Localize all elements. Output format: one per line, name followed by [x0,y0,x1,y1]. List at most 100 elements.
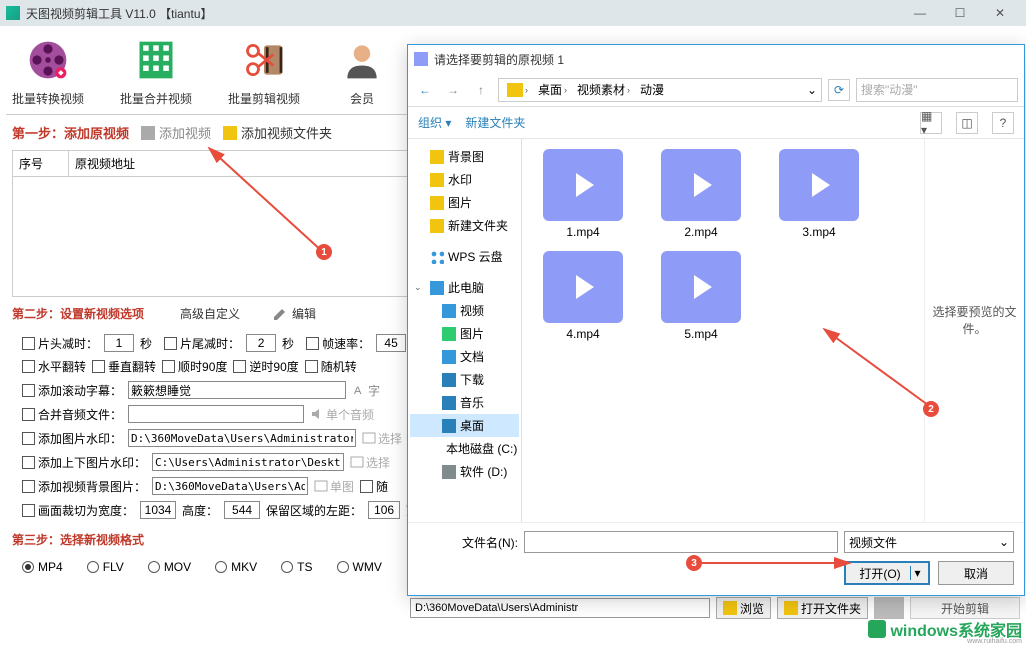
tool-batch-clip[interactable]: 批量剪辑视频 [228,34,300,107]
file-grid[interactable]: 1.mp42.mp43.mp4 4.mp45.mp4 [522,139,924,522]
tree-item[interactable]: 软件 (D:) [410,460,519,483]
tree-item[interactable]: 音乐 [410,391,519,414]
topbotwm-input[interactable] [152,453,344,471]
file-item[interactable]: 1.mp4 [528,149,638,239]
tree-item[interactable]: 新建文件夹 [410,214,519,237]
breadcrumb-item-2[interactable]: 动漫 [636,81,668,98]
nav-up-button[interactable]: ↑ [470,79,492,101]
file-item[interactable]: 2.mp4 [646,149,756,239]
croph-input[interactable] [224,501,260,519]
open-button[interactable]: 打开(O) ▾ [844,561,930,585]
tree-item[interactable]: 本地磁盘 (C:) [410,437,519,460]
mergeaudio-input[interactable] [128,405,304,423]
file-item[interactable]: 5.mp4 [646,251,756,341]
cancel-button[interactable]: 取消 [938,561,1014,585]
filter-select[interactable]: 视频文件⌄ [844,531,1014,553]
select-topbot-button[interactable]: 选择 [350,454,390,471]
font-icon: A [352,383,366,397]
cropw-input[interactable] [140,501,176,519]
file-item[interactable]: 3.mp4 [764,149,874,239]
open-dropdown-icon[interactable]: ▾ [910,566,924,580]
ccw90-check[interactable]: 逆时90度 [233,358,298,375]
format-radio-flv[interactable]: FLV [87,560,124,574]
close-button[interactable]: ✕ [980,1,1020,25]
nav-refresh-button[interactable]: ⟳ [828,79,850,101]
fps-check[interactable]: 帧速率： [306,335,370,352]
imgwm-input[interactable] [128,429,356,447]
topbotwm-check[interactable]: 添加上下图片水印： [22,454,146,471]
nav-back-button[interactable]: ← [414,79,436,101]
maximize-button[interactable]: ☐ [940,1,980,25]
new-folder-button[interactable]: 新建文件夹 [465,114,525,131]
format-radio-ts[interactable]: TS [281,560,312,574]
tree-item[interactable]: WPS 云盘 [410,245,519,268]
mergeaudio-check[interactable]: 合并音频文件： [22,406,122,423]
hflip-check[interactable]: 水平翻转 [22,358,86,375]
start-clip-button[interactable]: 开始剪辑 [910,597,1020,619]
format-radio-mov[interactable]: MOV [148,560,191,574]
advanced-toggle[interactable]: 高级自定义 [176,305,240,322]
edit-button[interactable]: 编辑 [272,305,316,322]
breadcrumb-root[interactable]: › [503,83,532,97]
random2-check[interactable]: 随 [360,478,388,495]
single-audio-button[interactable]: 单个音频 [310,406,374,423]
keepleft-input[interactable] [368,501,400,519]
trim-tail-input[interactable] [246,334,276,352]
fps-input[interactable] [376,334,406,352]
tree-item[interactable]: 图片 [410,322,519,345]
browse-button[interactable]: 浏览 [716,597,771,619]
tree-item[interactable]: 文档 [410,345,519,368]
vflip-check[interactable]: 垂直翻转 [92,358,156,375]
format-radio-mkv[interactable]: MKV [215,560,257,574]
preview-toggle-button[interactable]: ◫ [956,112,978,134]
breadcrumb-item-1[interactable]: 视频素材› [573,81,634,98]
tool-member[interactable]: 会员 [336,34,388,107]
breadcrumb-item-0[interactable]: 桌面› [534,81,571,98]
bgimg-input[interactable] [152,477,308,495]
cw90-check[interactable]: 顺时90度 [162,358,227,375]
breadcrumb[interactable]: › 桌面› 视频素材› 动漫 ⌄ [498,78,822,102]
search-input[interactable]: 搜索"动漫" [856,78,1018,102]
tree-drv-icon [442,465,456,479]
tree-item[interactable]: 图片 [410,191,519,214]
scrollsub-input[interactable] [128,381,346,399]
breadcrumb-dropdown[interactable]: ⌄ [807,83,817,97]
filename-input[interactable] [524,531,838,553]
trim-head-input[interactable] [104,334,134,352]
tree-item[interactable]: 下载 [410,368,519,391]
add-video-link[interactable]: 添加视频 [141,123,211,142]
open-folder-button[interactable]: 打开文件夹 [777,597,868,619]
tool-batch-merge[interactable]: 批量合并视频 [120,34,192,107]
cropw-check[interactable]: 画面裁切为宽度： [22,502,134,519]
help-button[interactable]: ? [992,112,1014,134]
single-img-button[interactable]: 单图 [314,478,354,495]
tree-item[interactable]: 桌面 [410,414,519,437]
dialog-toolbar: 组织 ▾ 新建文件夹 ▦ ▾ ◫ ? [408,107,1024,139]
format-radio-mp4[interactable]: MP4 [22,560,63,574]
nav-forward-button[interactable]: → [442,79,464,101]
tree-item[interactable]: 视频 [410,299,519,322]
format-radio-wmv[interactable]: WMV [337,560,382,574]
tool-batch-convert[interactable]: 批量转换视频 [12,34,84,107]
font-button[interactable]: A 字 [352,382,380,399]
tree-item[interactable]: 背景图 [410,145,519,168]
trim-tail-check[interactable]: 片尾减时： [164,335,240,352]
file-item[interactable]: 4.mp4 [528,251,638,341]
add-folder-link[interactable]: 添加视频文件夹 [223,123,332,142]
folder-tree[interactable]: 背景图水印图片新建文件夹WPS 云盘⌄此电脑视频图片文档下载音乐桌面本地磁盘 (… [408,139,522,522]
svg-text:A: A [354,385,362,397]
windows-logo-icon [868,620,886,638]
random-check[interactable]: 随机转 [305,358,357,375]
minimize-button[interactable]: — [900,1,940,25]
scrollsub-check[interactable]: 添加滚动字幕： [22,382,122,399]
step1-label: 第一步：添加原视频 [12,123,129,142]
bgimg-check[interactable]: 添加视频背景图片： [22,478,146,495]
tree-item[interactable]: ⌄此电脑 [410,276,519,299]
tree-item[interactable]: 水印 [410,168,519,191]
imgwm-check[interactable]: 添加图片水印： [22,430,122,447]
organize-menu[interactable]: 组织 ▾ [418,114,451,131]
trim-head-check[interactable]: 片头减时： [22,335,98,352]
select-wm-button[interactable]: 选择 [362,430,402,447]
output-path-input[interactable] [410,598,710,618]
view-mode-button[interactable]: ▦ ▾ [920,112,942,134]
